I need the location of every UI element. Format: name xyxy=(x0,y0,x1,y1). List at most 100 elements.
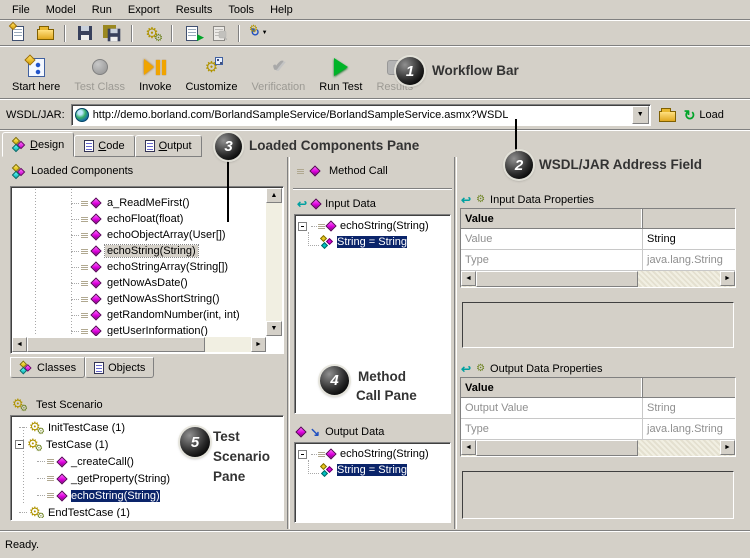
collapse-icon[interactable] xyxy=(298,450,307,459)
scroll-up-icon[interactable]: ▲ xyxy=(266,188,282,203)
save-all-button[interactable] xyxy=(100,23,124,44)
tab-code[interactable]: Code xyxy=(74,135,134,157)
tree-item-selected[interactable]: String = String xyxy=(298,462,448,478)
callout-2-label: WSDL/JAR Address Field xyxy=(539,157,702,172)
callout-2-leader-line xyxy=(515,119,517,153)
wsdl-jar-label: WSDL/JAR: xyxy=(6,109,65,121)
loaded-components-tree: a_ReadMeFirst() echoFloat(float) echoObj… xyxy=(10,186,284,354)
run-test-icon xyxy=(334,58,348,76)
tree-item[interactable]: getNowAsShortString() xyxy=(13,291,265,307)
tree-item[interactable]: getNowAsDate() xyxy=(13,275,265,291)
menu-help[interactable]: Help xyxy=(262,2,301,18)
scrollbar-thumb[interactable] xyxy=(476,440,638,456)
tree-item-selected[interactable]: echoString(String) xyxy=(15,487,281,504)
workflow-start-here-button[interactable]: Start here xyxy=(6,51,66,95)
code-tab-icon xyxy=(84,140,94,152)
scrollbar-thumb[interactable] xyxy=(476,271,638,287)
address-dropdown-button[interactable]: ▼ xyxy=(632,106,649,124)
table-header: Value xyxy=(461,378,735,398)
status-text: Ready. xyxy=(5,539,39,551)
options-gear-icon: ⚙ xyxy=(249,25,258,44)
export-report-button[interactable]: ▶ xyxy=(180,23,204,44)
callout-1-label: Workflow Bar xyxy=(432,63,519,78)
output-data-icon xyxy=(295,426,306,437)
input-properties-table: Value ValueString Typejava.lang.String ◄… xyxy=(460,208,736,288)
table-row[interactable]: ValueString xyxy=(461,229,735,250)
output-data-tree: echoString(String) String = String xyxy=(294,442,451,523)
callout-4-badge: 4 xyxy=(320,366,349,395)
tree-item-selected[interactable]: echoString(String) xyxy=(13,243,265,259)
wsdl-jar-input[interactable]: http://demo.borland.com/BorlandSampleSer… xyxy=(71,104,651,126)
load-button[interactable]: ↻ Load xyxy=(684,108,724,122)
collapse-icon[interactable] xyxy=(15,440,24,449)
menu-file[interactable]: File xyxy=(4,2,38,18)
loaded-components-header: Loaded Components xyxy=(12,163,133,179)
output-tab-icon xyxy=(145,140,155,152)
scroll-down-icon[interactable]: ▼ xyxy=(266,321,282,336)
horizontal-scrollbar[interactable]: ◄ ► xyxy=(461,271,735,287)
scroll-right-icon[interactable]: ► xyxy=(720,440,735,455)
scroll-right-icon[interactable]: ► xyxy=(251,337,266,352)
tree-item[interactable]: ⚙⚙EndTestCase (1) xyxy=(15,504,281,518)
scroll-right-icon[interactable]: ► xyxy=(720,271,735,286)
input-data-tree: echoString(String) String = String xyxy=(294,214,451,414)
status-bar: Ready. xyxy=(0,530,750,558)
horizontal-scrollbar[interactable]: ◄ ► xyxy=(12,337,266,352)
tab-design[interactable]: Design xyxy=(2,132,74,157)
tree-item[interactable]: echoString(String) xyxy=(298,218,448,234)
input-properties-icon: ↩ xyxy=(461,194,471,206)
tree-item-selected[interactable]: String = String xyxy=(298,234,448,250)
tree-item[interactable]: echoString(String) xyxy=(298,446,448,462)
input-data-icon: ↩ xyxy=(297,198,307,210)
scroll-left-icon[interactable]: ◄ xyxy=(12,337,27,352)
tab-classes[interactable]: Classes xyxy=(10,357,85,378)
workflow-run-test-button[interactable]: Run Test xyxy=(313,51,368,95)
pane-splitter[interactable] xyxy=(287,157,290,529)
table-row[interactable]: Typejava.lang.String xyxy=(461,250,735,271)
tree-item[interactable]: ⚙⚙InitTestCase (1) xyxy=(15,419,281,436)
input-properties-description xyxy=(462,302,734,348)
method-diamond-icon xyxy=(90,197,101,208)
new-document-button[interactable] xyxy=(6,23,30,44)
scroll-left-icon[interactable]: ◄ xyxy=(461,440,476,455)
toolbar-separator xyxy=(131,25,133,42)
vertical-scrollbar[interactable]: ▲ ▼ xyxy=(266,188,282,336)
menu-model[interactable]: Model xyxy=(38,2,84,18)
tree-item[interactable]: echoStringArray(String[]) xyxy=(13,259,265,275)
menu-run[interactable]: Run xyxy=(84,2,120,18)
method-diamond-icon xyxy=(56,473,67,484)
callout-2-badge: 2 xyxy=(505,151,533,179)
method-diamond-icon xyxy=(90,293,101,304)
table-row[interactable]: Output ValueString xyxy=(461,398,735,419)
browse-button[interactable] xyxy=(659,108,676,122)
tree-item[interactable]: getUserInformation() xyxy=(13,323,265,336)
menu-tools[interactable]: Tools xyxy=(220,2,262,18)
callout-5-label-line2: Scenario xyxy=(213,449,270,464)
callout-5-label-line1: Test xyxy=(213,429,240,444)
menu-results[interactable]: Results xyxy=(168,2,221,18)
tab-output[interactable]: Output xyxy=(135,135,202,157)
tab-objects[interactable]: Objects xyxy=(85,357,154,378)
scrollbar-thumb[interactable] xyxy=(27,337,205,352)
callout-3-badge: 3 xyxy=(215,133,242,160)
table-row[interactable]: Typejava.lang.String xyxy=(461,419,735,440)
tree-item[interactable]: getRandomNumber(int, int) xyxy=(13,307,265,323)
workflow-invoke-button[interactable]: Invoke xyxy=(133,51,177,95)
toolbar-separator xyxy=(238,25,240,42)
customize-tool-button[interactable]: ⚙⚙ xyxy=(140,23,164,44)
app-window: File Model Run Export Results Tools Help… xyxy=(0,0,750,558)
open-button[interactable] xyxy=(33,23,57,44)
scroll-left-icon[interactable]: ◄ xyxy=(461,271,476,286)
workflow-customize-button[interactable]: ⚙ Customize xyxy=(179,51,243,95)
table-header: Value xyxy=(461,209,735,229)
horizontal-scrollbar[interactable]: ◄ ► xyxy=(461,440,735,456)
tree-item[interactable]: echoObjectArray(User[]) xyxy=(13,227,265,243)
input-data-properties-header: ↩ ⚙ Input Data Properties xyxy=(461,192,594,208)
test-scenario-tree: ⚙⚙InitTestCase (1) ⚙⚙TestCase (1) _creat… xyxy=(10,415,284,521)
method-diamond-icon xyxy=(90,213,101,224)
save-button[interactable] xyxy=(73,23,97,44)
collapse-icon[interactable] xyxy=(298,222,307,231)
classes-tab-icon xyxy=(20,362,33,374)
menu-export[interactable]: Export xyxy=(120,2,168,18)
toolbar-options-button[interactable]: ⚙↻▼ xyxy=(247,23,271,44)
